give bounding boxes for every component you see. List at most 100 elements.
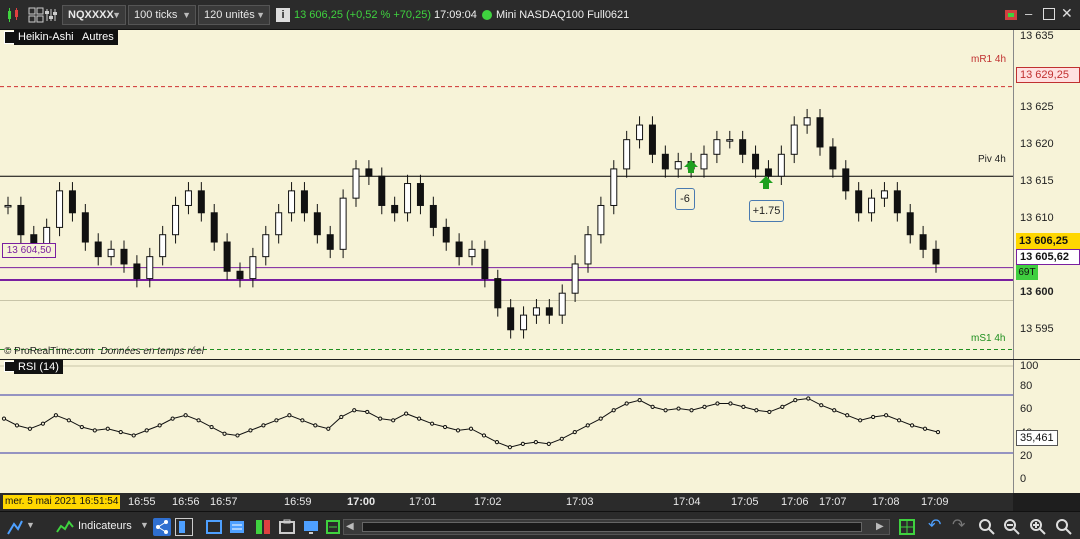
candle[interactable] [455,241,463,258]
candle[interactable] [300,190,308,214]
candle[interactable] [17,204,25,236]
candle-chart-icon[interactable] [6,7,22,23]
candle[interactable] [442,226,450,243]
candle[interactable] [545,307,553,316]
candle[interactable] [700,153,708,170]
info-icon[interactable]: i [276,8,290,22]
symbol-select[interactable]: NQXXXX ▼ [62,5,126,25]
time-scrollbar[interactable]: ◀ ▶ [343,519,890,535]
candle[interactable] [752,153,760,170]
candle[interactable] [56,190,64,228]
buy-arrow-icon[interactable] [759,176,773,189]
candle[interactable] [159,234,167,258]
zoom-out-icon[interactable] [1003,518,1021,536]
grid-icon[interactable] [28,7,44,23]
candle[interactable] [855,190,863,214]
list-icon[interactable] [228,518,246,536]
portfolio-icon[interactable] [278,518,296,536]
candle[interactable] [416,183,424,206]
candle[interactable] [816,117,824,148]
candle[interactable] [532,307,540,316]
candle[interactable] [636,124,644,141]
window-icon[interactable] [205,518,223,536]
candle[interactable] [790,124,798,155]
candle[interactable] [661,153,669,170]
scroll-left-icon[interactable]: ◀ [346,521,354,532]
candle[interactable] [893,190,901,214]
time-axis[interactable]: mer. 5 mai 2021 16:51:54 16:55 16:56 16:… [0,493,1013,511]
chevron-down-icon[interactable]: ▼ [26,520,35,530]
price-chart-pane[interactable]: Heikin-Ashi Autres mR1 4h Piv 4h mS1 4h … [0,30,1013,359]
candle[interactable] [829,146,837,170]
candle[interactable] [68,190,76,214]
candle[interactable] [584,234,592,265]
candle[interactable] [880,190,888,199]
candle[interactable] [236,270,244,280]
fit-icon[interactable] [1055,518,1073,536]
candle[interactable] [313,212,321,236]
rsi-pane[interactable]: RSI (14) [0,360,1013,493]
candle[interactable] [404,183,412,214]
heikin-ashi-label[interactable]: Heikin-Ashi [14,30,78,45]
monitor-icon[interactable] [302,518,320,536]
candle[interactable] [571,263,579,294]
settings-icon[interactable] [44,7,58,23]
candle[interactable] [378,175,386,206]
grid-chart-icon[interactable] [898,518,916,536]
zoom-in-icon[interactable] [1029,518,1047,536]
candle[interactable] [210,212,218,243]
candle[interactable] [429,204,437,228]
rsi-label[interactable]: RSI (14) [14,360,63,374]
candle[interactable] [94,241,102,258]
candle[interactable] [842,168,850,192]
candle[interactable] [120,248,128,265]
alerts-icon[interactable] [324,518,342,536]
share-icon[interactable] [153,518,171,536]
candle[interactable] [172,204,180,236]
candle[interactable] [352,168,360,199]
interval-select[interactable]: 100 ticks ▼ [128,5,196,25]
candle[interactable] [81,212,89,243]
candle[interactable] [133,263,141,280]
candle[interactable] [184,190,192,206]
chevron-down-icon[interactable]: ▼ [140,520,149,530]
scrollbar-thumb[interactable] [362,522,862,532]
trade-annotation-1[interactable]: -6 [675,188,695,210]
candle[interactable] [623,139,631,170]
candle[interactable] [803,117,811,126]
candle[interactable] [713,139,721,155]
candle[interactable] [726,139,734,142]
candle[interactable] [107,248,115,258]
candle[interactable] [777,153,785,177]
candle[interactable] [764,168,772,177]
candle[interactable] [326,234,334,250]
candle[interactable] [674,161,682,170]
candle[interactable] [507,307,515,331]
close-icon[interactable]: ✕ [1061,6,1075,20]
candle[interactable] [906,212,914,236]
rsi-line-chart[interactable] [0,360,1013,493]
candle[interactable] [932,248,940,265]
candle[interactable] [146,256,154,280]
candle[interactable] [249,256,257,280]
candle[interactable] [610,168,618,206]
candle[interactable] [520,314,528,331]
layout-icon[interactable] [175,518,193,536]
candle[interactable] [468,248,476,258]
zoom-area-icon[interactable] [978,518,996,536]
candle[interactable] [739,139,747,155]
indicators-button[interactable]: Indicateurs [78,520,132,532]
indicators-icon[interactable] [56,518,74,536]
candle[interactable] [597,204,605,236]
candle[interactable] [4,204,12,208]
others-button[interactable]: Autres [78,30,118,45]
price-axis[interactable]: 13 635 13 629,25 13 625 13 620 13 615 13… [1013,30,1080,359]
maximize-icon[interactable] [1043,8,1055,20]
candle[interactable] [481,248,489,280]
candle[interactable] [223,241,231,272]
candle[interactable] [275,212,283,236]
redo-icon[interactable]: ↷ [952,518,970,536]
candle[interactable] [648,124,656,155]
minimize-icon[interactable]: – [1025,7,1039,22]
alert-icon[interactable] [1003,8,1019,22]
